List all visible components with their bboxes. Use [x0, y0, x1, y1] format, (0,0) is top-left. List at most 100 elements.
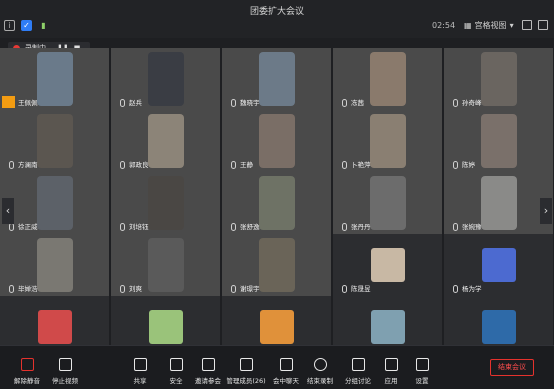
participant-video	[480, 52, 517, 106]
mic-icon	[120, 99, 125, 107]
info-icon[interactable]: i	[4, 20, 15, 31]
title-bar: i ✓ ▮ 团委扩大会议 02:54 ▦ 宫格视图 ▾	[0, 0, 554, 38]
end-meeting-button[interactable]: 结束会议	[490, 359, 534, 376]
participant-video	[147, 114, 184, 168]
manage-members-label: 管理成员(26)	[226, 377, 266, 385]
manage-members-button[interactable]: 管理成员(26)	[226, 358, 266, 385]
participant-name: 刘培钰	[129, 223, 149, 231]
participant-tile[interactable]: 杨为学	[444, 234, 553, 296]
participant-name: 刘爽	[129, 285, 142, 293]
mic-icon	[342, 99, 347, 107]
participant-video	[258, 238, 295, 292]
breakout-label: 分组讨论	[345, 377, 371, 385]
participant-video	[258, 176, 295, 230]
prev-page-button[interactable]: ‹	[2, 198, 14, 224]
participant-name: 王佩佩	[18, 99, 38, 107]
view-mode-label: 宫格视图	[474, 21, 507, 30]
meeting-title: 团委扩大会议	[249, 7, 304, 17]
participant-tile[interactable]: 谢璟宇	[222, 234, 331, 296]
participant-name: 谢璟宇	[240, 285, 260, 293]
signal-icon[interactable]: ▮	[38, 20, 49, 31]
mic-icon	[231, 285, 236, 293]
stop-video-label: 停止视频	[52, 377, 78, 385]
participant-tile[interactable]: 张舒逸	[222, 172, 331, 234]
participant-tile[interactable]: 王静	[222, 110, 331, 172]
participant-tile[interactable]: 陈婷	[444, 110, 553, 172]
invite-button[interactable]: 邀请参会	[188, 358, 228, 385]
participant-tile[interactable]: 陈晟昱	[333, 234, 442, 296]
unmute-label: 解除静音	[14, 377, 40, 385]
participant-tile[interactable]: 徐正威	[0, 172, 109, 234]
mic-icon	[120, 161, 125, 169]
meeting-timer: 02:54	[432, 21, 456, 30]
participant-name: 郭政良	[129, 161, 149, 169]
participant-tile[interactable]: 郭政良	[111, 110, 220, 172]
window-mode-icon[interactable]	[522, 20, 532, 30]
fullscreen-icon[interactable]	[538, 20, 548, 30]
participant-video	[480, 114, 517, 168]
participant-tile[interactable]: 张丹丹	[333, 172, 442, 234]
participant-video	[147, 238, 184, 292]
participant-video	[36, 52, 73, 106]
gear-icon	[415, 358, 429, 371]
camera-icon	[58, 358, 72, 371]
members-icon	[239, 358, 253, 371]
stop-video-button[interactable]: 停止视频	[45, 358, 85, 385]
participant-tile[interactable]: 冻茜	[333, 48, 442, 110]
participant-tile[interactable]: 魏晓宇	[222, 48, 331, 110]
grid-icon: ▦	[464, 21, 472, 30]
participant-grid: 王佩佩 赵兵 魏晓宇 冻茜 孙奇峰方澜南 郭政良 王静 卜艳萍 陈婷徐正威 刘培钰 张舒逸 张丹丹 张婉…	[0, 46, 554, 358]
participant-video	[36, 238, 73, 292]
invite-label: 邀请参会	[195, 377, 221, 385]
chevron-down-icon: ▾	[509, 21, 514, 30]
meeting-toolbar: 解除静音 停止视频 共享 安全 邀请参会 管理成员(26) 会中聊天 结束录制 …	[0, 345, 554, 389]
participant-video	[147, 52, 184, 106]
view-mode-dropdown[interactable]: ▦ 宫格视图 ▾	[464, 20, 514, 31]
participant-name: 孙奇峰	[462, 99, 482, 107]
mic-icon	[231, 99, 236, 107]
participant-video	[36, 114, 73, 168]
participant-name: 陈婷	[462, 161, 475, 169]
participant-name: 卜艳萍	[351, 161, 371, 169]
shield-icon[interactable]: ✓	[21, 20, 32, 31]
share-label: 共享	[133, 377, 147, 385]
participant-name: 魏晓宇	[240, 99, 260, 107]
participant-tile[interactable]: 方澜南	[0, 110, 109, 172]
participant-tile[interactable]: 孙奇峰	[444, 48, 553, 110]
participant-tile[interactable]: 刘培钰	[111, 172, 220, 234]
mic-icon	[9, 161, 14, 169]
mic-icon	[231, 223, 236, 231]
participant-name: 冻茜	[351, 99, 364, 107]
breakout-icon	[351, 358, 365, 371]
participant-video	[258, 114, 295, 168]
host-badge-icon	[2, 96, 15, 108]
participant-name: 方澜南	[18, 161, 38, 169]
participant-avatar	[148, 310, 183, 344]
participant-tile[interactable]: 赵兵	[111, 48, 220, 110]
mic-icon	[453, 285, 458, 293]
next-page-button[interactable]: ›	[540, 198, 552, 224]
participant-name: 陈晟昱	[351, 285, 371, 293]
participant-name: 张丹丹	[351, 223, 371, 231]
participant-tile[interactable]: 王佩佩	[0, 48, 109, 110]
mic-icon	[120, 285, 125, 293]
participant-tile[interactable]: 刘爽	[111, 234, 220, 296]
end-recording-button[interactable]: 结束录制	[300, 358, 340, 385]
participant-tile[interactable]: 毕婵浩	[0, 234, 109, 296]
screen-share-icon	[133, 358, 147, 371]
end-recording-label: 结束录制	[307, 377, 333, 385]
mic-icon	[342, 285, 347, 293]
unmute-button[interactable]: 解除静音	[7, 358, 47, 385]
mic-icon	[9, 223, 14, 231]
settings-button[interactable]: 设置	[402, 358, 442, 385]
participant-video	[369, 114, 406, 168]
participant-tile[interactable]: 张婉豫	[444, 172, 553, 234]
share-button[interactable]: 共享	[120, 358, 160, 385]
chat-label: 会中聊天	[273, 377, 299, 385]
participant-tile[interactable]: 卜艳萍	[333, 110, 442, 172]
mic-icon	[9, 285, 14, 293]
participant-avatar	[37, 310, 72, 344]
mic-off-icon	[20, 358, 34, 371]
mic-icon	[342, 223, 347, 231]
participant-avatar	[481, 310, 516, 344]
